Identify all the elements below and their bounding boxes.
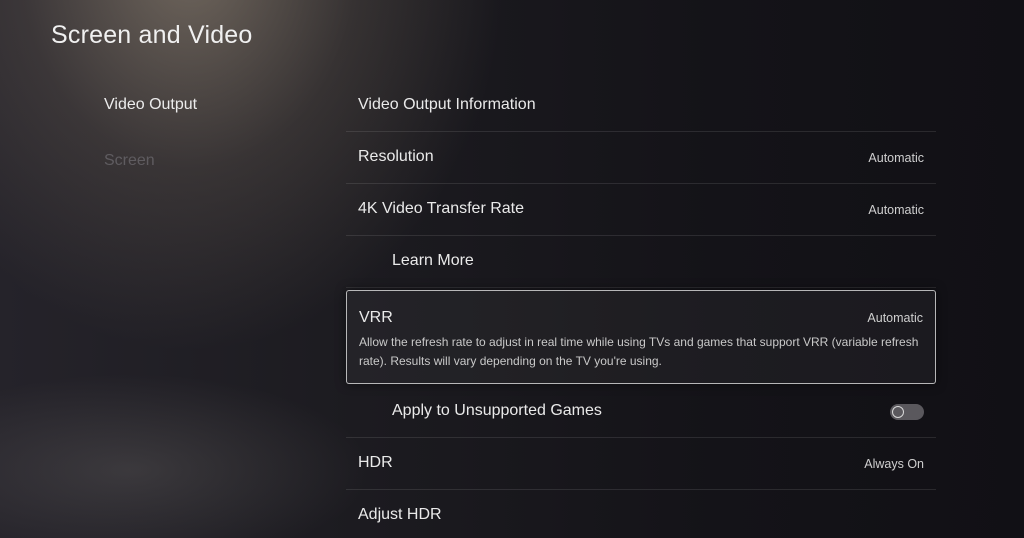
resolution-label: Resolution	[358, 148, 434, 165]
vrr-description: Allow the refresh rate to adjust in real…	[359, 335, 919, 368]
toggle-knob	[892, 406, 904, 418]
resolution-value: Automatic	[868, 151, 924, 165]
learn-more-row[interactable]: Learn More	[346, 236, 936, 288]
hdr-value: Always On	[864, 457, 924, 471]
apply-unsupported-games-label: Apply to Unsupported Games	[392, 402, 602, 419]
vrr-row[interactable]: VRR Automatic Allow the refresh rate to …	[346, 290, 936, 384]
video-output-information-label: Video Output Information	[358, 96, 536, 113]
video-transfer-rate-value: Automatic	[868, 203, 924, 217]
sidebar-item-video-output[interactable]: Video Output	[104, 96, 197, 114]
vrr-label: VRR	[359, 309, 393, 326]
video-transfer-rate-label: 4K Video Transfer Rate	[358, 200, 525, 217]
adjust-hdr-row[interactable]: Adjust HDR	[346, 490, 936, 538]
page-title: Screen and Video	[51, 21, 253, 49]
sidebar-item-screen[interactable]: Screen	[104, 152, 155, 170]
learn-more-label: Learn More	[392, 252, 474, 269]
hdr-label: HDR	[358, 454, 393, 471]
video-transfer-rate-row[interactable]: 4K Video Transfer Rate Automatic	[346, 184, 936, 236]
apply-unsupported-games-toggle[interactable]	[890, 404, 924, 420]
resolution-row[interactable]: Resolution Automatic	[346, 132, 936, 184]
settings-list: Video Output Information Resolution Auto…	[346, 80, 936, 538]
apply-unsupported-games-row[interactable]: Apply to Unsupported Games	[346, 386, 936, 438]
adjust-hdr-label: Adjust HDR	[358, 506, 442, 523]
vrr-value: Automatic	[867, 311, 923, 325]
settings-screen: Screen and Video Video Output Screen Vid…	[0, 0, 1024, 538]
video-output-information-row[interactable]: Video Output Information	[346, 80, 936, 132]
hdr-row[interactable]: HDR Always On	[346, 438, 936, 490]
